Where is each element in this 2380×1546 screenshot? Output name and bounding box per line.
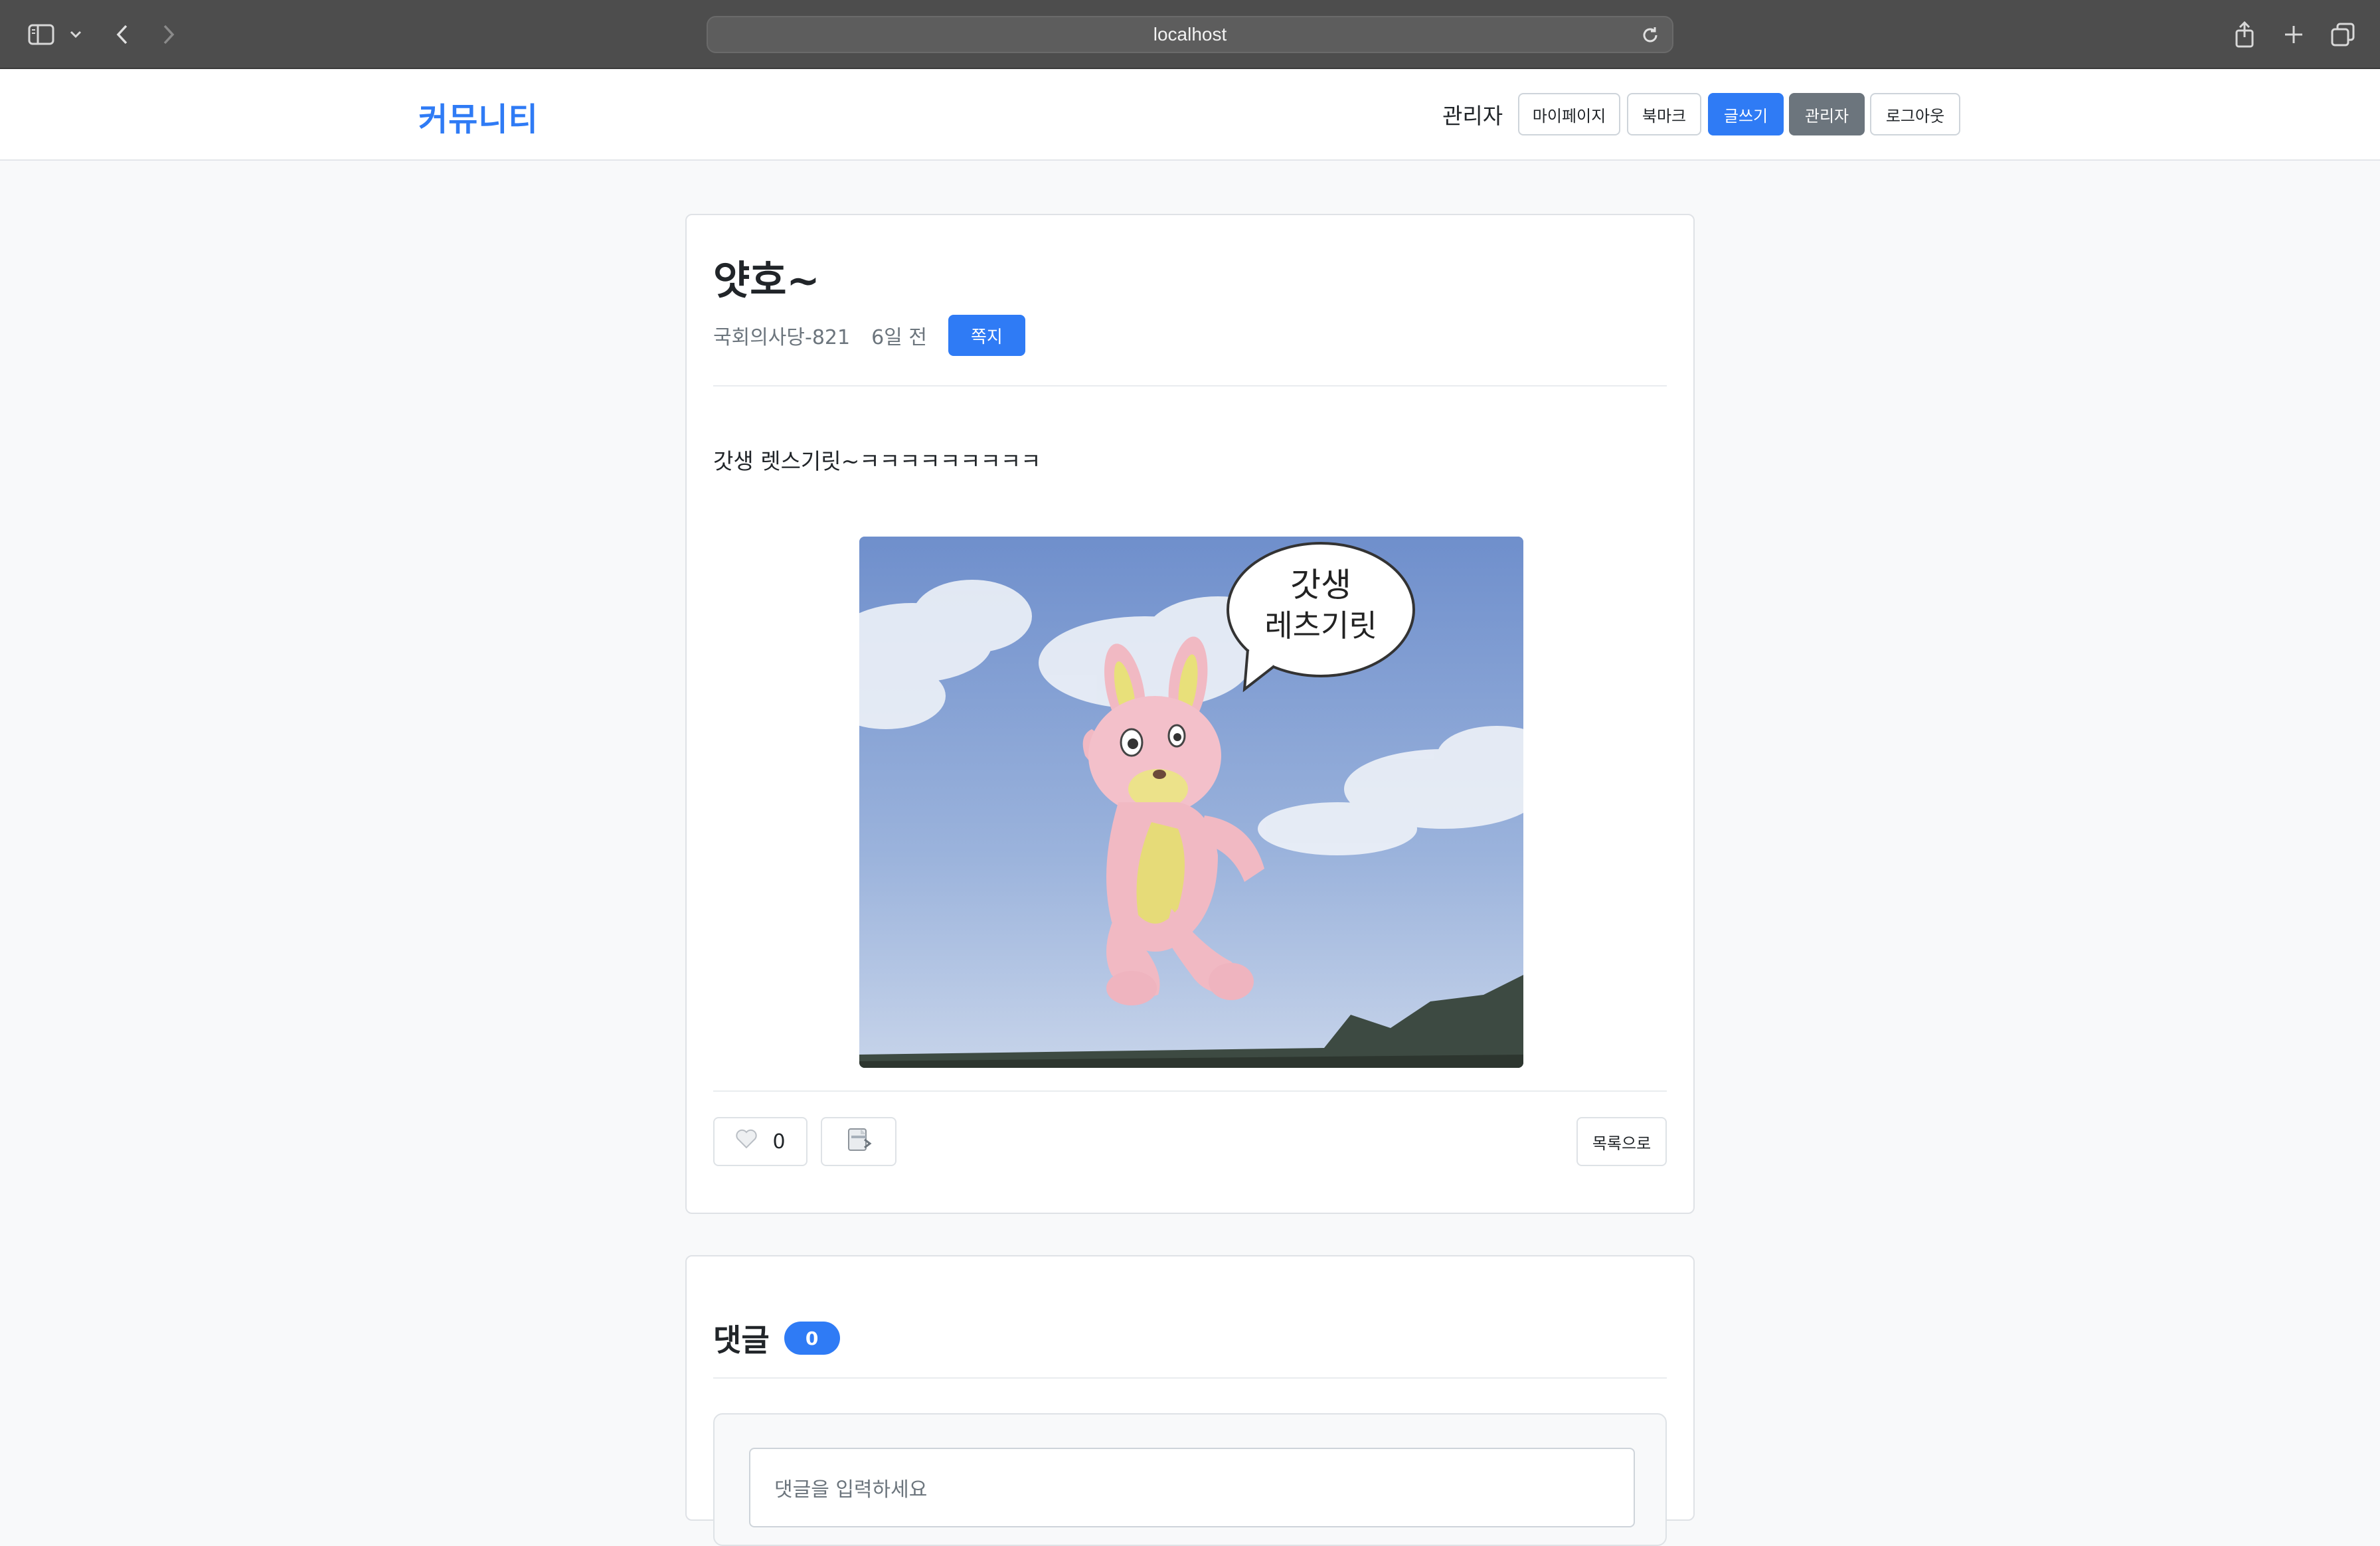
admin-button[interactable]: 관리자 bbox=[1789, 93, 1865, 135]
message-button[interactable]: 쪽지 bbox=[948, 315, 1025, 356]
address-bar[interactable]: localhost bbox=[707, 16, 1673, 53]
comments-count-badge: 0 bbox=[784, 1322, 840, 1355]
share-icon[interactable] bbox=[2231, 17, 2258, 52]
url-text: localhost bbox=[1153, 24, 1227, 44]
post-title: 얏호~ bbox=[713, 258, 820, 304]
browser-toolbar: localhost bbox=[0, 0, 2380, 69]
reload-icon[interactable] bbox=[1640, 25, 1660, 45]
chevron-down-icon[interactable] bbox=[68, 17, 84, 52]
divider bbox=[713, 1090, 1667, 1092]
divider bbox=[713, 1377, 1667, 1379]
image-caption-line2: 레츠기릿 bbox=[1264, 608, 1377, 644]
comments-card: 댓글 0 댓글을 입력하세요 bbox=[685, 1255, 1695, 1546]
share-post-button[interactable] bbox=[821, 1117, 896, 1166]
share-document-icon bbox=[845, 1125, 873, 1158]
logout-button[interactable]: 로그아웃 bbox=[1870, 93, 1960, 135]
like-count: 0 bbox=[772, 1130, 786, 1154]
post-meta: 국회의사당-821 6일 전 쪽지 bbox=[713, 315, 1025, 356]
divider bbox=[713, 385, 1667, 386]
post-date: 6일 전 bbox=[871, 326, 927, 349]
post-author[interactable]: 국회의사당-821 bbox=[713, 321, 850, 350]
chevron-left-icon[interactable] bbox=[110, 17, 134, 52]
comment-form: 댓글을 입력하세요 bbox=[713, 1413, 1667, 1546]
bookmark-button[interactable]: 북마크 bbox=[1627, 93, 1701, 135]
post-card: 얏호~ 국회의사당-821 6일 전 쪽지 갓생 렛스기릿~ㅋㅋㅋㅋㅋㅋㅋㅋㅋ bbox=[685, 214, 1695, 1214]
heart-icon bbox=[735, 1129, 758, 1154]
current-user-label: 관리자 bbox=[1442, 103, 1503, 129]
comments-title: 댓글 bbox=[713, 1322, 770, 1358]
sidebar-icon[interactable] bbox=[25, 17, 57, 52]
back-to-list-button[interactable]: 목록으로 bbox=[1576, 1117, 1667, 1166]
like-button[interactable]: 0 bbox=[713, 1117, 808, 1166]
post-body: 갓생 렛스기릿~ㅋㅋㅋㅋㅋㅋㅋㅋㅋ bbox=[713, 448, 1041, 474]
image-caption-line1: 갓생 bbox=[1290, 566, 1351, 604]
comments-header: 댓글 0 bbox=[713, 1316, 840, 1360]
post-image: 갓생 레츠기릿 bbox=[859, 537, 1523, 1068]
chevron-right-icon[interactable] bbox=[157, 17, 181, 52]
tabs-icon[interactable] bbox=[2330, 17, 2356, 52]
site-header: 커뮤니티 관리자 마이페이지 북마크 글쓰기 관리자 로그아웃 bbox=[0, 69, 2380, 161]
comment-input[interactable]: 댓글을 입력하세요 bbox=[749, 1448, 1635, 1527]
write-button[interactable]: 글쓰기 bbox=[1708, 93, 1784, 135]
site-logo[interactable]: 커뮤니티 bbox=[418, 93, 539, 139]
mypage-button[interactable]: 마이페이지 bbox=[1518, 93, 1620, 135]
plus-icon[interactable] bbox=[2280, 17, 2307, 52]
